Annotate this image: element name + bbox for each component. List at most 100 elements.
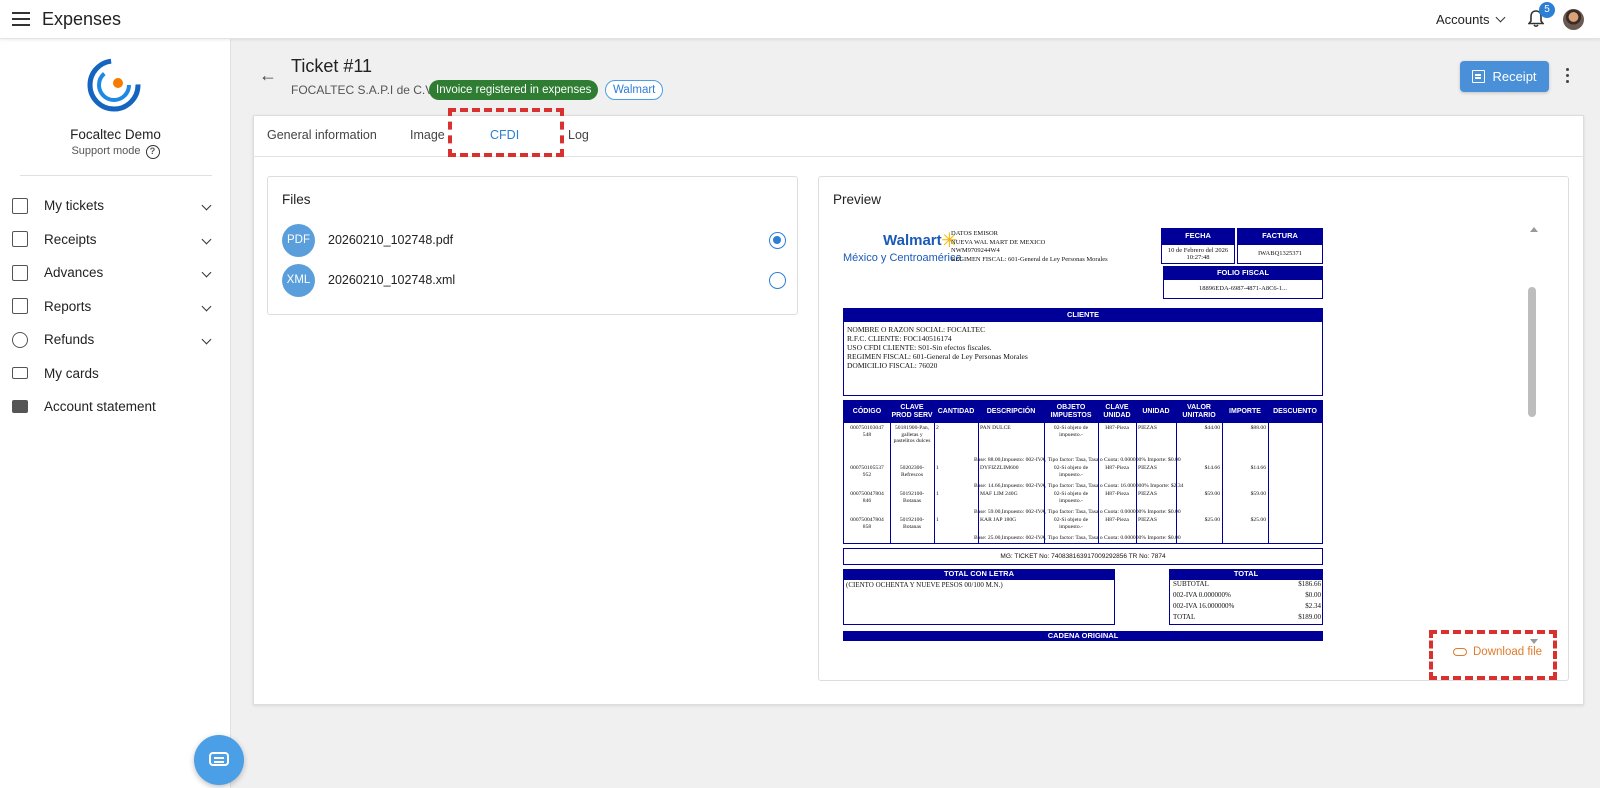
receipt-button-label: Receipt: [1492, 69, 1537, 84]
table-cell: $14.66: [1204, 465, 1220, 471]
table-cell: PIEZAS: [1138, 517, 1157, 523]
menu-icon[interactable]: [12, 12, 30, 26]
report-icon: [12, 298, 28, 315]
total-label: TOTAL: [1173, 613, 1196, 621]
file-row-xml[interactable]: XML 20260210_102748.xml: [282, 264, 786, 297]
table-cell: $44.00: [1204, 425, 1220, 431]
cash-icon: [12, 264, 28, 281]
xml-icon: XML: [282, 264, 315, 297]
sidebar-item-advances[interactable]: Advances: [0, 256, 231, 290]
table-cell: 50181900-Pan, galletas y pastelitos dulc…: [893, 425, 931, 444]
highlight-cfdi-tab: [448, 108, 564, 157]
walmart-logo-sub: México y Centroamérica: [843, 252, 962, 264]
sidebar-item-reports[interactable]: Reports: [0, 290, 231, 324]
chevron-down-icon: [201, 267, 212, 278]
table-cell: $59.00: [1250, 491, 1266, 497]
cadena-header: CADENA ORIGINAL: [843, 631, 1323, 641]
factura-value: IWABQ1325371: [1237, 244, 1323, 264]
accounts-dropdown[interactable]: Accounts: [1436, 12, 1506, 27]
total-row: TOTAL $189.00: [1173, 613, 1321, 621]
help-icon[interactable]: ?: [145, 145, 160, 159]
table-cell: H87-Pieza: [1105, 425, 1129, 431]
fecha-value: 10 de Febrero del 2026 10:27:48: [1161, 244, 1235, 264]
total-value: $2.34: [1305, 602, 1321, 610]
sidebar-item-label: Reports: [44, 298, 92, 314]
total-label: SUBTOTAL: [1173, 580, 1209, 588]
sidebar-item-refunds[interactable]: Refunds: [0, 323, 231, 357]
accounts-label: Accounts: [1436, 12, 1490, 27]
divider: [20, 175, 212, 176]
cliente-info: NOMBRE O RAZON SOCIAL: FOCALTEC R.F.C. C…: [847, 325, 1028, 370]
table-cell: 1: [936, 465, 939, 471]
preview-panel: Preview Walmart ✳ México y Centroamérica…: [818, 176, 1569, 681]
fecha-header: FECHA: [1161, 228, 1235, 244]
file-row-pdf[interactable]: PDF 20260210_102748.pdf: [282, 224, 786, 257]
total-row: 002-IVA 0.000000% $0.00: [1173, 591, 1321, 599]
table-cell: 1: [936, 491, 939, 497]
receipt-long-icon: [12, 197, 28, 214]
sidebar-item-label: Receipts: [44, 231, 97, 247]
page-title: Ticket #11: [291, 56, 373, 76]
cliente-line: NOMBRE O RAZON SOCIAL: FOCALTEC: [847, 325, 986, 334]
total-value: $189.00: [1298, 613, 1321, 621]
total-value: $0.00: [1305, 591, 1321, 599]
table-cell: 50202306-Refrescos: [899, 465, 925, 478]
app-title: Expenses: [42, 9, 122, 29]
chat-button[interactable]: [194, 735, 244, 785]
total-value: $186.66: [1298, 580, 1321, 588]
vendor-badge: Walmart: [605, 80, 664, 100]
tax-line: Base: 59.00,Impuesto: 002-IVA, Tipo fact…: [974, 509, 1181, 515]
more-options-icon[interactable]: [1566, 68, 1570, 84]
refund-icon: [12, 331, 28, 348]
table-cell: PAN DULCE: [980, 425, 1011, 431]
table-cell: DYFIZZLIM600: [980, 465, 1019, 471]
tab-general-information[interactable]: General information: [267, 128, 377, 142]
ticket-company: FOCALTEC S.A.P.I de C.V: [291, 83, 434, 97]
chevron-down-icon: [201, 334, 212, 345]
table-cell: PIEZAS: [1138, 465, 1157, 471]
table-cell: $59.00: [1204, 491, 1220, 497]
notification-count-badge: 5: [1539, 2, 1555, 18]
emisor-info: DATOS EMISOR NUEVA WAL MART DE MEXICO NW…: [951, 230, 1108, 264]
file-radio-pdf[interactable]: [769, 232, 786, 249]
focaltec-logo: [87, 58, 141, 112]
file-radio-xml[interactable]: [769, 272, 786, 289]
table-cell: H87-Pieza: [1105, 491, 1129, 497]
preview-scrollbar[interactable]: [1528, 287, 1536, 417]
document-list-icon: [12, 231, 28, 248]
total-label: 002-IVA 0.000000%: [1173, 591, 1231, 599]
cliente-box: NOMBRE O RAZON SOCIAL: FOCALTEC R.F.C. C…: [843, 321, 1323, 396]
scroll-up-arrow-icon[interactable]: [1530, 227, 1538, 232]
table-cell: 000750103047 548: [850, 425, 884, 438]
wallet-icon: [12, 400, 28, 414]
table-cell: $14.66: [1250, 465, 1266, 471]
sidebar-item-my-cards[interactable]: My cards: [0, 357, 231, 391]
table-cell: PIEZAS: [1138, 491, 1157, 497]
col-header: IMPORTE: [1229, 408, 1261, 415]
sidebar-item-account-statement[interactable]: Account statement: [0, 390, 231, 424]
table-cell: 50192100-Botanas: [899, 491, 925, 504]
table-cell: 02-Si objeto de impuesto.-: [1053, 425, 1089, 438]
table-cell: 1: [936, 517, 939, 523]
invoice-document[interactable]: Walmart ✳ México y Centroamérica DATOS E…: [843, 227, 1331, 641]
back-arrow-icon[interactable]: ←: [259, 66, 277, 84]
tab-log[interactable]: Log: [568, 128, 589, 142]
col-header: CANTIDAD: [937, 408, 975, 415]
highlight-download-file: [1429, 630, 1557, 680]
sidebar-item-receipts[interactable]: Receipts: [0, 223, 231, 257]
avatar[interactable]: [1563, 9, 1584, 30]
tab-image[interactable]: Image: [410, 128, 445, 142]
folio-value: 18896EDA-6987-4871-A8C6-1...: [1163, 279, 1323, 299]
col-header: DESCRIPCIÓN: [986, 408, 1036, 415]
col-header: VALOR UNITARIO: [1182, 404, 1216, 419]
sidebar-item-label: Advances: [44, 265, 104, 281]
col-header: CLAVE UNIDAD: [1103, 404, 1131, 419]
total-letra-box: (CIENTO OCHENTA Y NUEVE PESOS 00/100 M.N…: [843, 579, 1115, 625]
receipt-button[interactable]: Receipt: [1460, 61, 1549, 92]
total-label: 002-IVA 16.000000%: [1173, 602, 1235, 610]
sidebar-item-my-tickets[interactable]: My tickets: [0, 189, 231, 223]
table-cell: 02-Si objeto de impuesto.-: [1053, 465, 1089, 478]
ticket-line: MG: TICKET No: 740838163917009292856 TR …: [843, 548, 1323, 565]
table-cell: $25.00: [1250, 517, 1266, 523]
sidebar-item-label: Refunds: [44, 332, 95, 348]
